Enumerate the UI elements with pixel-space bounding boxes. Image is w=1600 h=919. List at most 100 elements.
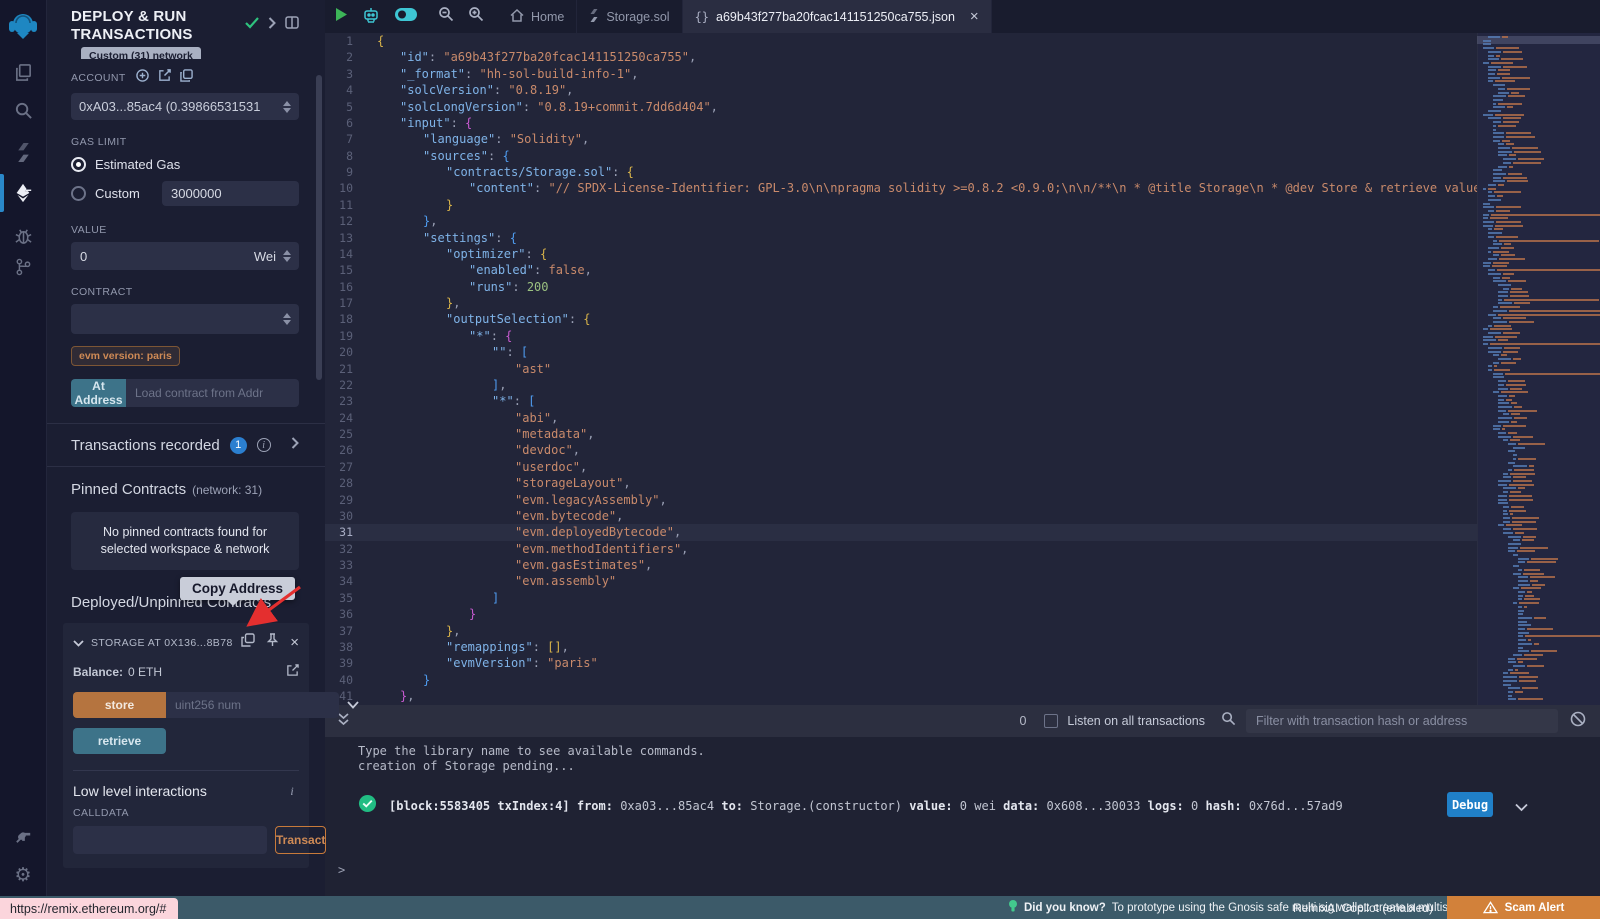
code-line[interactable]: 4"solcVersion": "0.8.19", (325, 82, 1477, 98)
deploy-run-icon[interactable] (0, 176, 46, 210)
code-line[interactable]: 40} (325, 672, 1477, 688)
store-arg-input[interactable] (166, 692, 339, 718)
terminal-filter-input[interactable] (1246, 709, 1558, 733)
tab-json-build-info[interactable]: {} a69b43f277ba20fcac141151250ca755.json… (683, 0, 992, 33)
code-line[interactable]: 30"evm.bytecode", (325, 508, 1477, 524)
code-line[interactable]: 12}, (325, 213, 1477, 229)
minimap[interactable] (1477, 33, 1600, 705)
code-line[interactable]: 32"evm.methodIdentifiers", (325, 541, 1477, 557)
code-line[interactable]: 5"solcLongVersion": "0.8.19+commit.7dd6d… (325, 99, 1477, 115)
code-line[interactable]: 16"runs": 200 (325, 279, 1477, 295)
code-editor[interactable]: 1{2"id": "a69b43f277ba20fcac141151250ca7… (325, 33, 1477, 705)
terminal[interactable]: Type the library name to see available c… (325, 737, 1600, 896)
code-line[interactable]: 20"": [ (325, 344, 1477, 360)
panel-scrollbar[interactable] (316, 75, 322, 380)
listen-all-label[interactable]: Listen on all transactions (1067, 714, 1205, 728)
instance-collapse-chevron[interactable] (73, 634, 84, 652)
at-address-input[interactable] (126, 379, 299, 407)
copilot-status[interactable]: RemixAI Copilot (enabled) (1293, 896, 1433, 919)
code-line[interactable]: 1{ (325, 33, 1477, 49)
chevron-right-icon[interactable] (268, 16, 276, 34)
edit-balance-icon[interactable] (286, 664, 299, 680)
code-line[interactable]: 26"devdoc", (325, 442, 1477, 458)
pin-panel-icon[interactable] (285, 16, 299, 34)
debug-button[interactable]: Debug (1447, 792, 1493, 817)
custom-gas-input[interactable] (162, 181, 299, 206)
code-line[interactable]: 10"content": "// SPDX-License-Identifier… (325, 180, 1477, 196)
code-line[interactable]: 38"remappings": [], (325, 639, 1477, 655)
code-line[interactable]: 2"id": "a69b43f277ba20fcac141151250ca755… (325, 49, 1477, 65)
calldata-input[interactable] (73, 826, 267, 854)
transact-button[interactable]: Transact (275, 826, 326, 854)
clear-terminal-icon[interactable] (1570, 711, 1586, 732)
terminal-prompt[interactable]: > (338, 863, 345, 877)
code-line[interactable]: 25"metadata", (325, 426, 1477, 442)
code-line[interactable]: 7"language": "Solidity", (325, 131, 1477, 147)
code-line[interactable]: 17}, (325, 295, 1477, 311)
code-line[interactable]: 24"abi", (325, 410, 1477, 426)
store-expand-chevron[interactable] (347, 696, 359, 714)
add-account-icon[interactable] (136, 69, 149, 87)
tab-home[interactable]: Home (498, 0, 577, 33)
code-line[interactable]: 8"sources": { (325, 148, 1477, 164)
code-line[interactable]: 34"evm.assembly" (325, 573, 1477, 589)
code-line[interactable]: 36} (325, 606, 1477, 622)
zoom-in-icon[interactable] (468, 6, 484, 27)
code-line[interactable]: 21"ast" (325, 361, 1477, 377)
plugin-manager-icon[interactable] (0, 818, 46, 852)
value-unit-select[interactable]: Wei (254, 249, 299, 264)
tx-expand-chevron[interactable] (1515, 797, 1528, 816)
code-line[interactable]: 23"*": [ (325, 393, 1477, 409)
zoom-out-icon[interactable] (438, 6, 454, 27)
custom-gas-radio[interactable] (71, 186, 86, 201)
account-select[interactable]: 0xA03...85ac4 (0.39866531531 (71, 93, 299, 120)
code-line[interactable]: 31"evm.deployedBytecode", (325, 524, 1477, 540)
search-icon[interactable] (0, 93, 46, 127)
run-script-icon[interactable] (335, 7, 348, 27)
code-line[interactable]: 35] (325, 590, 1477, 606)
code-line[interactable]: 11} (325, 197, 1477, 213)
code-line[interactable]: 13"settings": { (325, 230, 1477, 246)
code-line[interactable]: 33"evm.gasEstimates", (325, 557, 1477, 573)
at-address-button[interactable]: At Address (71, 379, 126, 407)
code-line[interactable]: 28"storageLayout", (325, 475, 1477, 491)
edit-account-icon[interactable] (158, 69, 171, 87)
scam-alert-button[interactable]: Scam Alert (1447, 896, 1600, 919)
ai-assistant-icon[interactable] (362, 6, 380, 28)
pin-instance-icon[interactable] (266, 633, 279, 652)
code-line[interactable]: 15"enabled": false, (325, 262, 1477, 278)
code-line[interactable]: 6"input": { (325, 115, 1477, 131)
copy-account-icon[interactable] (180, 69, 193, 87)
code-line[interactable]: 19"*": { (325, 328, 1477, 344)
close-instance-icon[interactable]: × (290, 635, 299, 650)
copilot-toggle-icon[interactable] (394, 7, 418, 27)
transaction-log-row[interactable]: [block:5583405 txIndex:4] from: 0xa03...… (358, 794, 1480, 817)
code-line[interactable]: 27"userdoc", (325, 459, 1477, 475)
tx-info-icon[interactable] (257, 438, 271, 452)
settings-gear-icon[interactable]: ⚙ (0, 858, 46, 892)
close-tab-icon[interactable]: × (970, 9, 979, 24)
remix-logo-icon[interactable] (0, 8, 46, 44)
code-line[interactable]: 39"evmVersion": "paris" (325, 655, 1477, 671)
contract-select[interactable] (71, 304, 299, 334)
account-stepper[interactable] (283, 101, 291, 113)
solidity-compiler-icon[interactable] (0, 135, 46, 169)
value-input[interactable]: 0 (71, 249, 254, 264)
tx-expand-chevron[interactable] (291, 436, 299, 454)
debugger-icon[interactable] (0, 218, 46, 252)
estimated-gas-radio[interactable] (71, 157, 86, 172)
code-line[interactable]: 14"optimizer": { (325, 246, 1477, 262)
code-line[interactable]: 41}, (325, 688, 1477, 704)
code-line[interactable]: 29"evm.legacyAssembly", (325, 492, 1477, 508)
file-explorer-icon[interactable] (0, 55, 46, 89)
git-icon[interactable] (0, 250, 46, 284)
listen-all-checkbox[interactable] (1044, 714, 1058, 728)
code-line[interactable]: 22], (325, 377, 1477, 393)
low-level-info-icon[interactable] (285, 784, 299, 798)
code-line[interactable]: 18"outputSelection": { (325, 311, 1477, 327)
code-line[interactable]: 37}, (325, 623, 1477, 639)
retrieve-button[interactable]: retrieve (73, 728, 166, 754)
code-line[interactable]: 3"_format": "hh-sol-build-info-1", (325, 66, 1477, 82)
code-line[interactable]: 9"contracts/Storage.sol": { (325, 164, 1477, 180)
tab-storage-sol[interactable]: Storage.sol (577, 0, 682, 33)
